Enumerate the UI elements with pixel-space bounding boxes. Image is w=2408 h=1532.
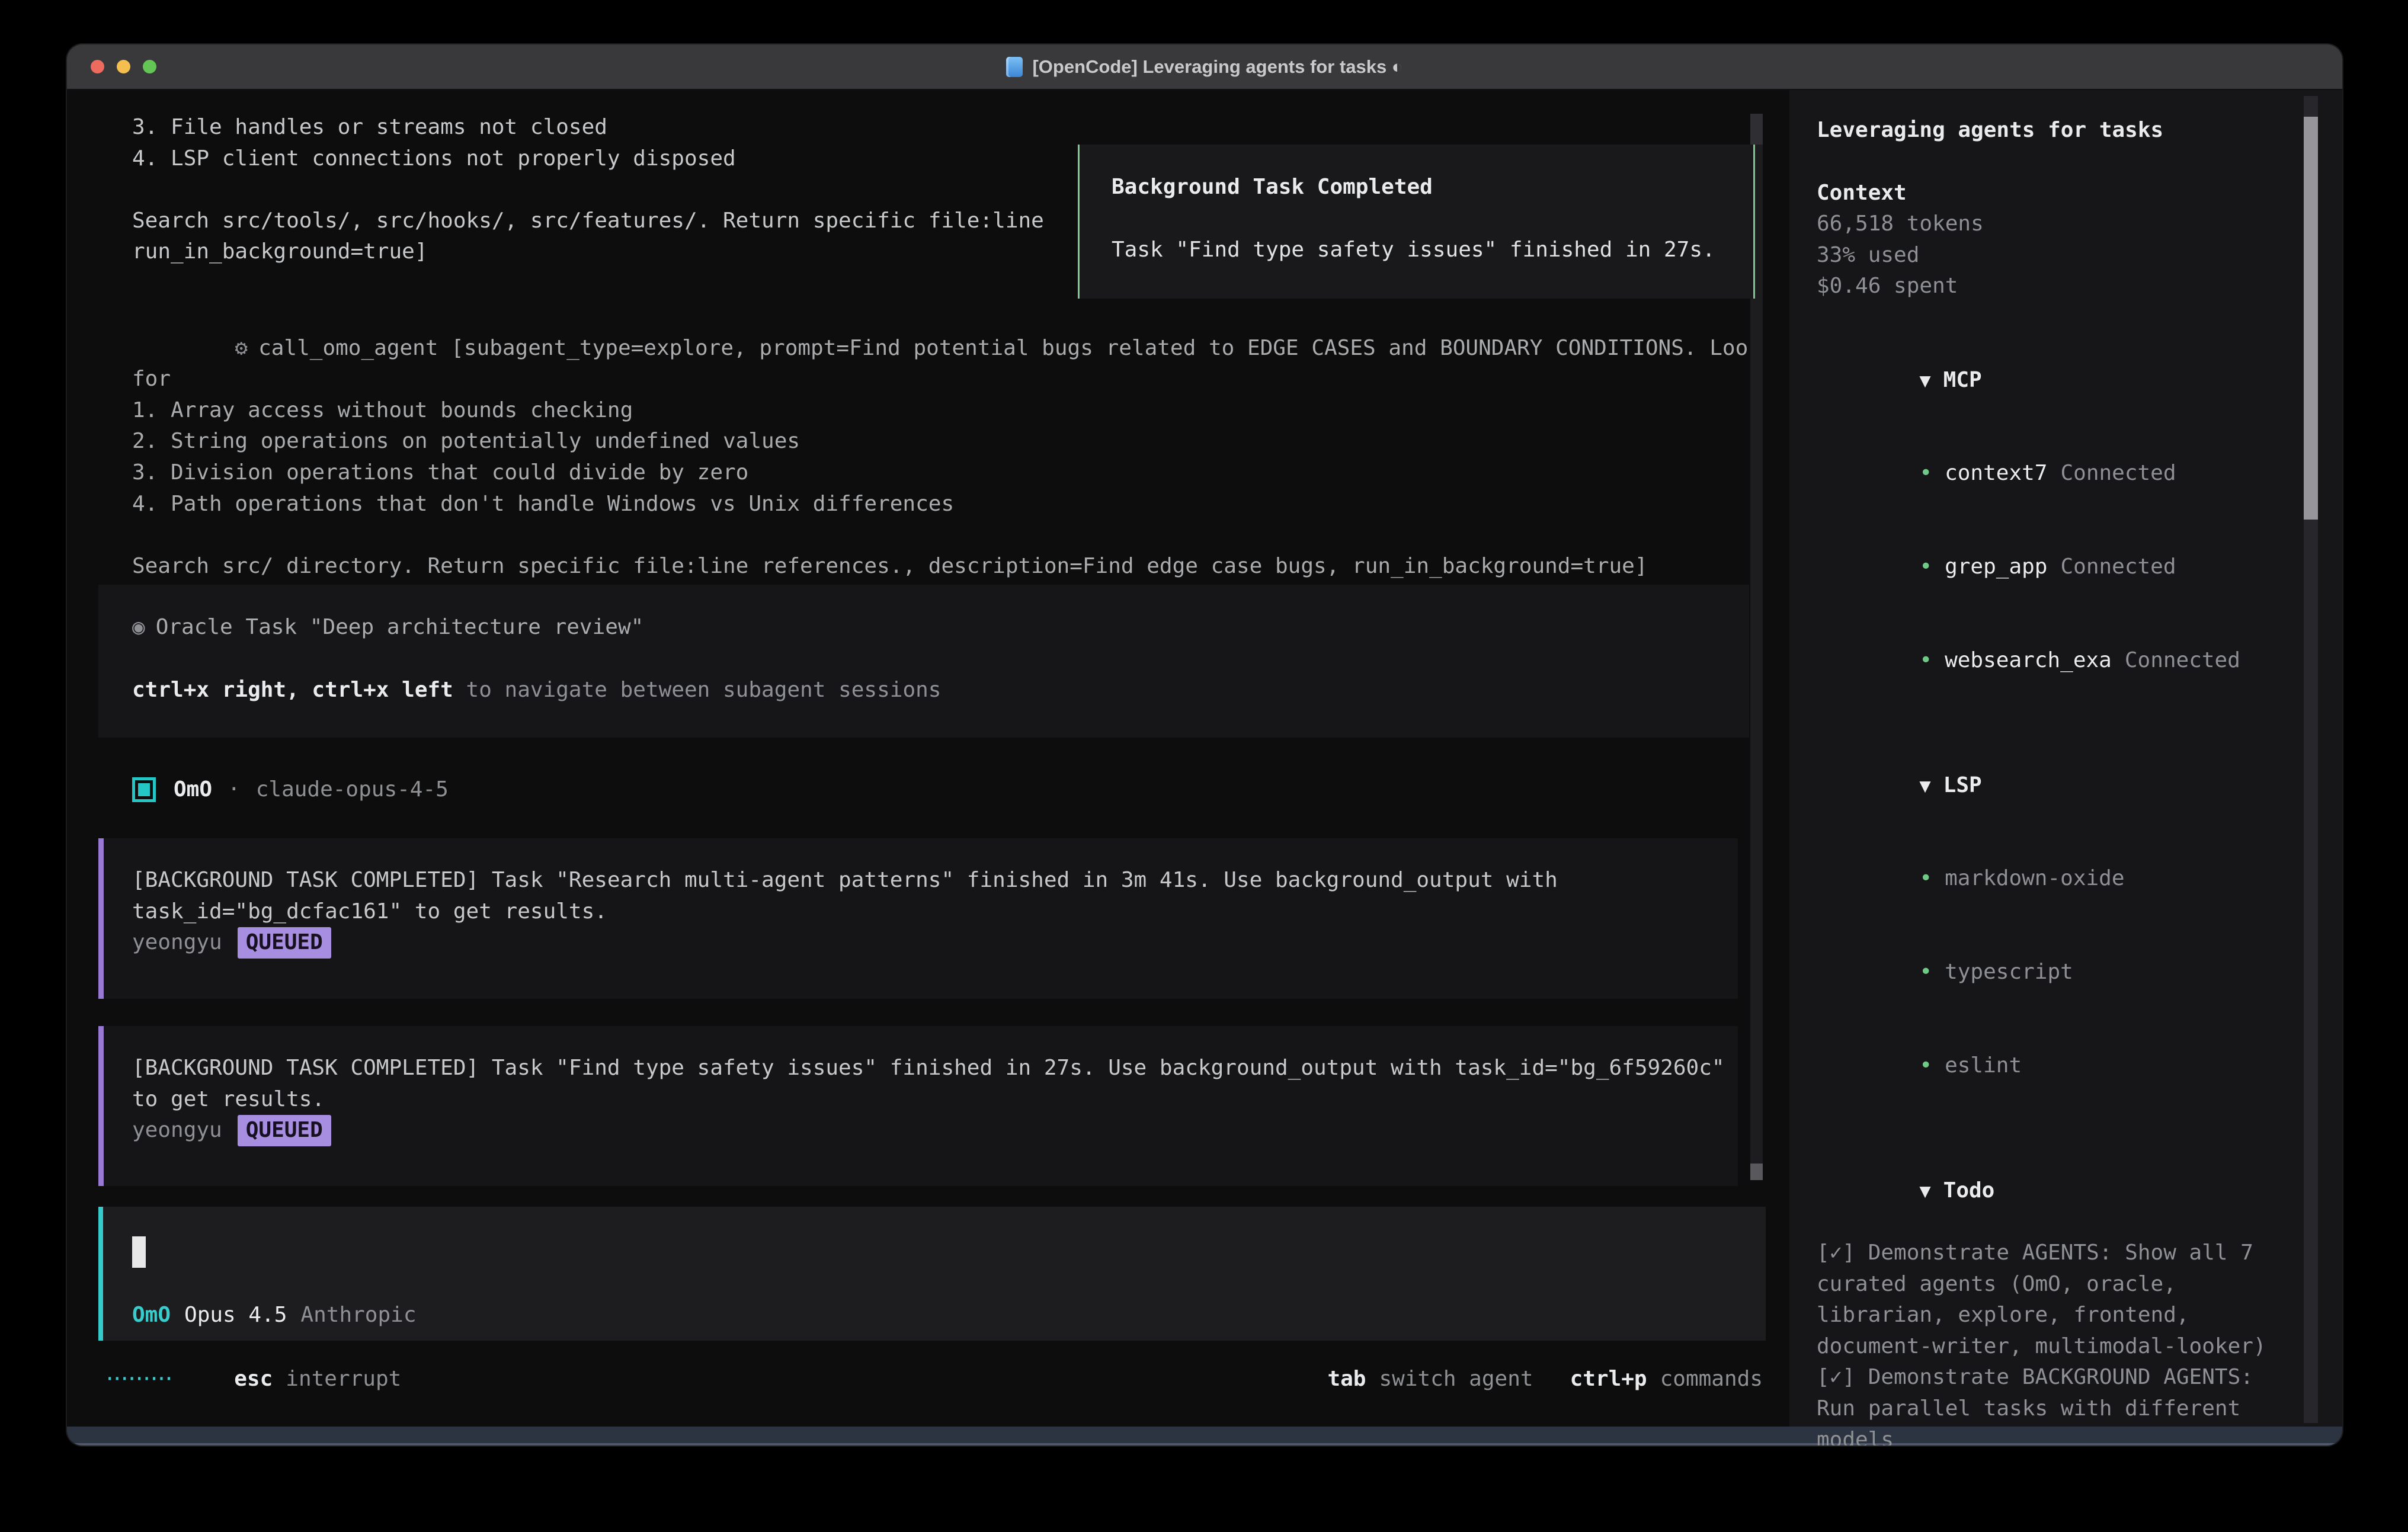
status-bar: ········· esc interrupt tab switch agent… [67, 1364, 1789, 1395]
context-tokens: 66,518 tokens [1817, 209, 2303, 240]
task-message-meta: yeongyu QUEUED [132, 927, 1738, 959]
window-title: [OpenCode] Leveraging agents for tasks ◐ [1032, 56, 1402, 78]
toast-body: Task "Find type safety issues" finished … [1112, 235, 1753, 266]
oracle-task-line: ◉ Oracle Task "Deep architecture review" [132, 612, 1749, 643]
bullet-icon: • [1919, 461, 1932, 485]
lsp-item: •markdown-oxide [1817, 832, 2303, 926]
document-icon [1006, 57, 1023, 77]
context-used: 33% used [1817, 240, 2303, 271]
input-agent-name: OmO [132, 1300, 171, 1331]
chevron-down-icon: ▼ [1919, 369, 1930, 392]
ctrlp-key-hint: ctrl+p [1570, 1364, 1647, 1395]
tool-call-block: ⚙call_omo_agent [subagent_type=explore, … [132, 302, 1785, 613]
task-message-meta: yeongyu QUEUED [132, 1115, 1738, 1146]
agent-model: claude-opus-4-5 [256, 774, 449, 806]
bullet-icon: • [1919, 866, 1932, 890]
bullet-icon: • [1919, 648, 1932, 672]
text-cursor [132, 1236, 146, 1268]
context-header: Context [1817, 178, 2303, 209]
background-task-message: [BACKGROUND TASK COMPLETED] Task "Resear… [98, 838, 1738, 999]
todo-item-done: [✓] Demonstrate AGENTS: Show all 7 curat… [1817, 1238, 2303, 1362]
chevron-down-icon: ▼ [1919, 774, 1930, 797]
keybinding-label: to navigate between subagent sessions [453, 678, 942, 702]
mcp-item: •grep_appConnected [1817, 521, 2303, 614]
traffic-lights [91, 60, 156, 73]
record-icon: ◉ [132, 615, 145, 639]
oracle-task-box[interactable]: ◉Oracle Task "Deep architecture review" … [98, 585, 1749, 738]
context-spent: $0.46 spent [1817, 271, 2303, 302]
lsp-item: •typescript [1817, 926, 2303, 1020]
esc-key-hint: esc [234, 1364, 273, 1395]
lsp-item: •eslint [1817, 1019, 2303, 1113]
app-window: [OpenCode] Leveraging agents for tasks ◐… [67, 44, 2342, 1446]
status-badge: QUEUED [238, 927, 331, 959]
zoom-button[interactable] [143, 60, 156, 73]
prompt-input[interactable]: OmO Opus 4.5 Anthropic [98, 1207, 1766, 1341]
background-task-message: [BACKGROUND TASK COMPLETED] Task "Find t… [98, 1026, 1738, 1186]
chat-scrollbar-topcap [1750, 114, 1763, 145]
ctrlp-key-label: commands [1660, 1364, 1763, 1395]
chevron-down-icon: ▼ [1919, 1180, 1930, 1202]
sidebar-scrollbar-thumb[interactable] [2304, 117, 2318, 520]
agent-name: OmO [174, 774, 212, 806]
bullet-icon: • [1919, 1053, 1932, 1078]
input-provider-name: Anthropic [300, 1300, 416, 1331]
task-message-text: [BACKGROUND TASK COMPLETED] Task "Find t… [132, 1053, 1738, 1115]
tab-key-label: switch agent [1379, 1364, 1533, 1395]
status-left: ········· esc interrupt [104, 1364, 401, 1395]
mcp-item: •websearch_exaConnected [1817, 614, 2303, 707]
status-right: tab switch agent ctrl+p commands [1327, 1364, 1763, 1395]
close-button[interactable] [91, 60, 104, 73]
chat-pane: 3. File handles or streams not closed 4.… [67, 90, 1789, 1427]
sidebar-scrollbar[interactable] [2304, 96, 2318, 1423]
input-model-name: Opus 4.5 [184, 1300, 287, 1331]
session-title: Leveraging agents for tasks [1817, 115, 2303, 146]
spinner-dots-icon: ········· [104, 1364, 170, 1395]
background-task-toast[interactable]: Background Task Completed Task "Find typ… [1078, 145, 1755, 299]
esc-key-label: interrupt [286, 1364, 401, 1395]
oracle-task-title: Oracle Task "Deep architecture review" [156, 615, 644, 639]
mcp-item: •context7Connected [1817, 427, 2303, 521]
agent-icon [132, 777, 156, 802]
tool-call-text: call_omo_agent [subagent_type=explore, p… [132, 336, 1774, 578]
subagent-nav-hint: ctrl+x right, ctrl+x left to navigate be… [132, 675, 1749, 706]
todo-section-header[interactable]: ▼Todo [1817, 1144, 2303, 1238]
status-badge: QUEUED [238, 1115, 331, 1146]
gear-icon: ⚙ [235, 336, 248, 360]
window-title-group: [OpenCode] Leveraging agents for tasks ◐ [1006, 56, 1402, 78]
minimize-button[interactable] [117, 60, 130, 73]
keybinding-text: ctrl+x right, ctrl+x left [132, 678, 453, 702]
chat-scrollbar-thumb[interactable] [1750, 1164, 1763, 1180]
mcp-section-header[interactable]: ▼MCP [1817, 334, 2303, 427]
dot-separator: · [228, 774, 241, 806]
task-user: yeongyu [132, 930, 222, 954]
todo-item-done: [✓] Demonstrate BACKGROUND AGENTS: Run p… [1817, 1362, 2303, 1446]
task-message-text: [BACKGROUND TASK COMPLETED] Task "Resear… [132, 865, 1738, 927]
agent-icon-fill [138, 783, 150, 796]
tab-key-hint: tab [1327, 1364, 1366, 1395]
agent-header: OmO · claude-opus-4-5 [132, 774, 449, 806]
window-titlebar[interactable]: [OpenCode] Leveraging agents for tasks ◐ [67, 44, 2342, 90]
toast-title: Background Task Completed [1112, 172, 1753, 203]
session-sidebar: Leveraging agents for tasks Context 66,5… [1789, 90, 2342, 1427]
task-user: yeongyu [132, 1118, 222, 1142]
bullet-icon: • [1919, 960, 1932, 984]
lsp-section-header[interactable]: ▼LSP [1817, 739, 2303, 832]
model-selector[interactable]: OmO Opus 4.5 Anthropic [132, 1300, 417, 1331]
bullet-icon: • [1919, 555, 1932, 579]
